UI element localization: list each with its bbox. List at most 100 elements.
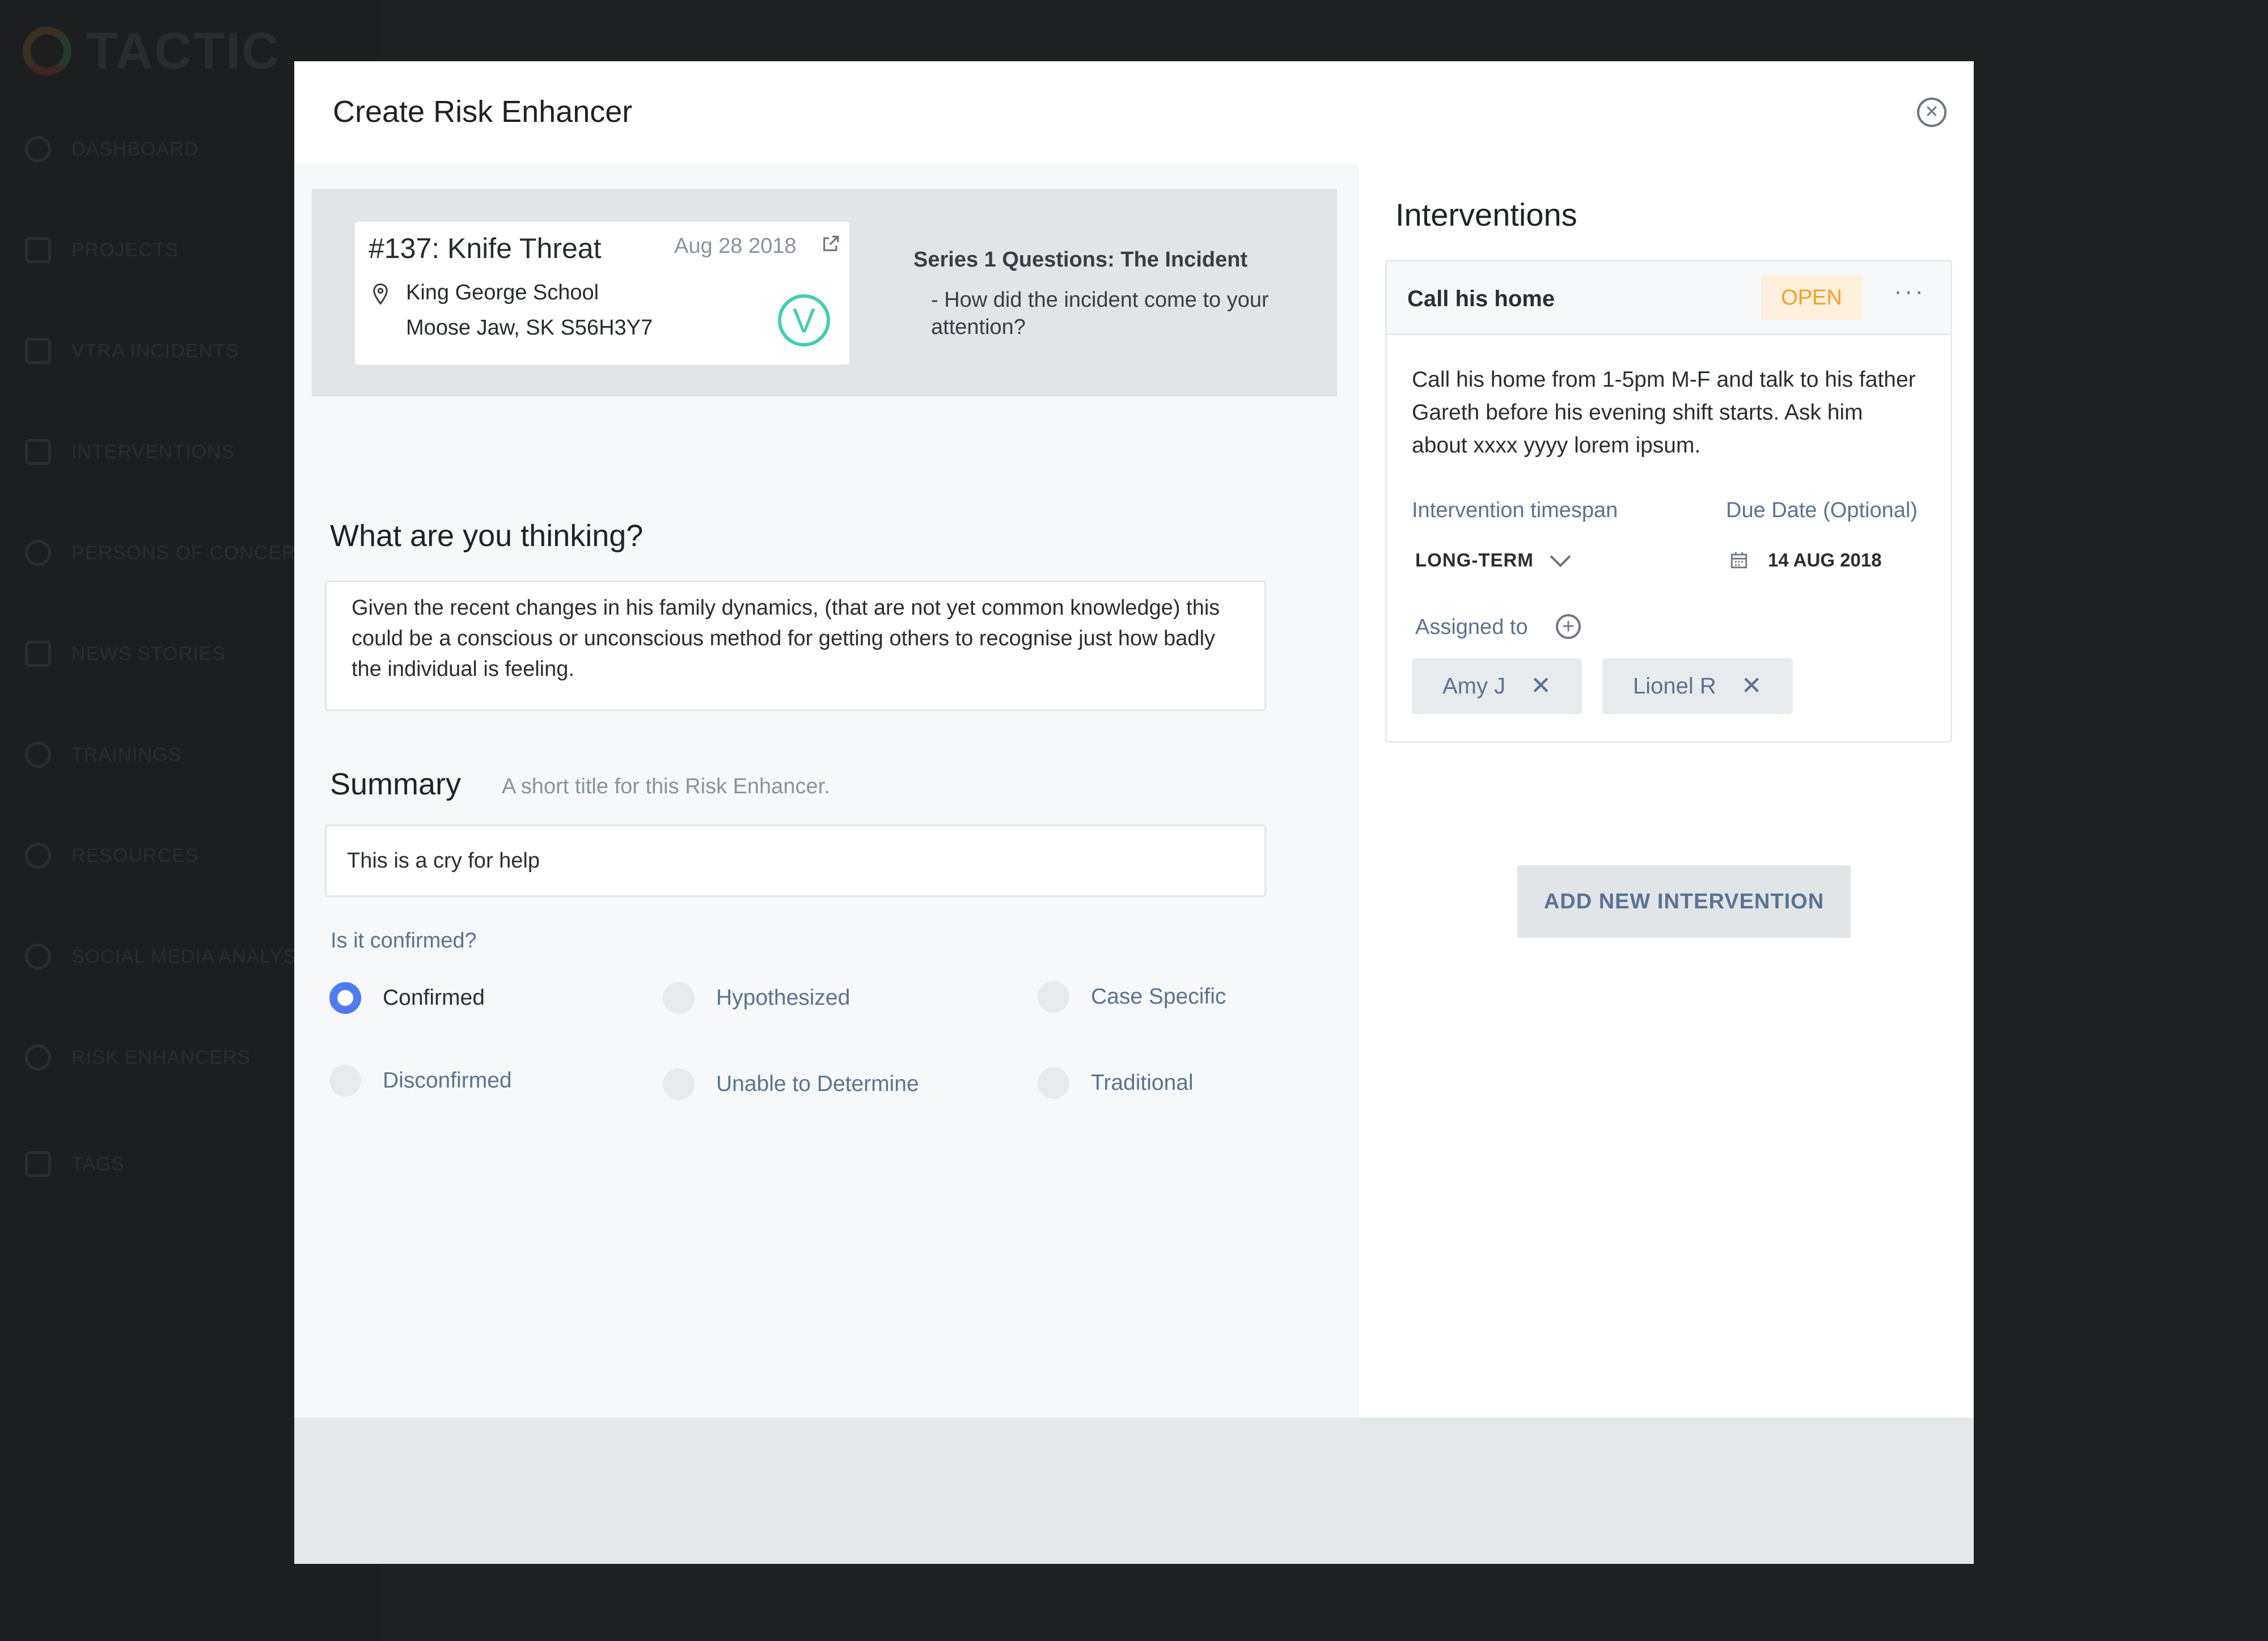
gear-icon (25, 843, 51, 869)
modal-header: Create Risk Enhancer ✕ (294, 61, 1974, 163)
modal-title: Create Risk Enhancer (333, 95, 633, 129)
sidebar-item-trainings[interactable]: TRAININGS (25, 742, 181, 768)
summary-input[interactable]: This is a cry for help (325, 824, 1266, 897)
assignee-chip: Amy J ✕ (1412, 658, 1582, 714)
due-date-value: 14 AUG 2018 (1768, 549, 1882, 570)
intervention-description: Call his home from 1-5pm M-F and talk to… (1412, 367, 1916, 458)
radio-unselected-icon (1038, 1067, 1069, 1099)
location-pin-icon (373, 283, 388, 305)
remove-assignee-icon[interactable]: ✕ (1741, 674, 1762, 699)
logo-text: TACTIC (86, 22, 281, 80)
radio-label: Disconfirmed (383, 1068, 512, 1093)
question-icon (25, 439, 51, 465)
sidebar-item-tags[interactable]: TAGS (25, 1151, 125, 1177)
sidebar-item-label: NEWS STORIES (71, 642, 226, 665)
close-icon: ✕ (1924, 103, 1939, 121)
radio-case-specific[interactable]: Case Specific (1038, 981, 1226, 1013)
radio-unselected-icon (329, 1065, 361, 1097)
radio-disconfirmed[interactable]: Disconfirmed (329, 1065, 512, 1097)
sidebar-item-label: TAGS (71, 1153, 125, 1175)
incident-address-line2: Moose Jaw, SK S56H3Y7 (406, 316, 653, 340)
thinking-textarea[interactable]: Given the recent changes in his family d… (325, 581, 1266, 711)
add-assignee-icon[interactable]: + (1556, 614, 1581, 639)
radio-selected-icon (329, 982, 361, 1014)
calendar-icon (1730, 552, 1747, 569)
series-question: - How did the incident come to your atte… (931, 288, 1269, 339)
radio-label: Confirmed (383, 986, 485, 1010)
tag-icon (25, 1151, 51, 1177)
sidebar-item-label: VTRA INCIDENTS (71, 340, 239, 362)
sidebar-item-label: SOCIAL MEDIA ANALYSIS (71, 945, 316, 967)
sidebar-item-persons-of-concern[interactable]: PERSONS OF CONCERN (25, 540, 311, 566)
list-icon (25, 338, 51, 364)
series-title: Series 1 Questions: The Incident (913, 248, 1248, 272)
newspaper-icon (25, 641, 51, 667)
training-icon (25, 742, 51, 768)
intervention-card-header: Call his home OPEN ··· (1387, 261, 1950, 335)
incident-address-line1: King George School (406, 281, 599, 304)
due-date-picker[interactable]: 14 AUG 2018 (1729, 549, 1882, 571)
timespan-label: Intervention timespan (1412, 498, 1618, 522)
status-badge: OPEN (1761, 275, 1862, 320)
sidebar-item-dashboard[interactable]: DASHBOARD (25, 136, 198, 162)
v-badge-icon: V (778, 294, 830, 346)
folder-icon (25, 237, 51, 263)
summary-hint: A short title for this Risk Enhancer. (502, 775, 830, 798)
bug-icon (25, 944, 51, 970)
modal-footer (294, 1418, 1974, 1564)
radio-confirmed[interactable]: Confirmed (329, 982, 485, 1014)
sidebar-item-social-media-analysis[interactable]: SOCIAL MEDIA ANALYSIS (25, 944, 316, 970)
sidebar-item-label: TRAININGS (71, 743, 182, 765)
external-link-icon[interactable] (821, 234, 840, 253)
sidebar-item-label: DASHBOARD (71, 138, 199, 160)
sidebar-item-label: INTERVENTIONS (71, 441, 235, 463)
interventions-panel: Interventions Call his home OPEN ··· Cal… (1359, 163, 1974, 1418)
sidebar-item-interventions[interactable]: INTERVENTIONS (25, 439, 235, 465)
close-button[interactable]: ✕ (1917, 98, 1947, 127)
sidebar-item-vtra-incidents[interactable]: VTRA INCIDENTS (25, 338, 239, 364)
sidebar-item-label: RISK ENHANCERS (71, 1046, 251, 1068)
clock-icon (25, 136, 51, 162)
radio-unselected-icon (1038, 981, 1069, 1013)
sidebar-item-label: PROJECTS (71, 239, 179, 261)
radio-unselected-icon (663, 1068, 695, 1100)
risk-enhancer-form: #137: Knife Threat Aug 28 2018 King Geor… (294, 163, 1359, 1418)
radio-label: Case Specific (1091, 984, 1226, 1009)
radio-unable-to-determine[interactable]: Unable to Determine (663, 1068, 919, 1100)
incident-card[interactable]: #137: Knife Threat Aug 28 2018 King Geor… (355, 222, 849, 365)
person-pin-icon (25, 540, 51, 566)
add-new-intervention-button[interactable]: ADD NEW INTERVENTION (1517, 865, 1851, 938)
sidebar-item-projects[interactable]: PROJECTS (25, 237, 179, 263)
incident-context: #137: Knife Threat Aug 28 2018 King Geor… (312, 189, 1337, 396)
confirmation-label: Is it confirmed? (331, 929, 477, 953)
assignee-name: Lionel R (1633, 673, 1716, 699)
intervention-name: Call his home (1407, 286, 1555, 311)
sidebar-item-news-stories[interactable]: NEWS STORIES (25, 641, 226, 667)
sidebar-item-risk-enhancers[interactable]: RISK ENHANCERS (25, 1044, 251, 1071)
thinking-heading: What are you thinking? (330, 519, 644, 553)
remove-assignee-icon[interactable]: ✕ (1530, 674, 1551, 699)
chevron-down-icon (1550, 546, 1571, 568)
incident-date: Aug 28 2018 (674, 234, 797, 258)
timespan-value: LONG-TERM (1415, 549, 1534, 570)
logo-icon (23, 27, 71, 75)
create-risk-enhancer-modal: Create Risk Enhancer ✕ #137: Knife Threa… (294, 61, 1974, 1564)
sidebar-item-resources[interactable]: RESOURCES (25, 843, 198, 869)
timespan-dropdown[interactable]: LONG-TERM (1415, 546, 1571, 571)
more-options-icon[interactable]: ··· (1894, 277, 1926, 306)
radio-label: Hypothesized (716, 986, 850, 1010)
assignee-chip: Lionel R ✕ (1602, 658, 1793, 714)
radio-hypothesized[interactable]: Hypothesized (663, 982, 850, 1014)
radio-unselected-icon (663, 982, 695, 1014)
radio-label: Unable to Determine (716, 1072, 919, 1096)
summary-heading: Summary (330, 767, 462, 801)
sidebar-item-label: RESOURCES (71, 844, 199, 866)
app-logo: TACTIC (23, 17, 280, 85)
assigned-to-label: Assigned to (1415, 615, 1528, 639)
incident-title: #137: Knife Threat (369, 232, 602, 264)
assignee-name: Amy J (1442, 673, 1506, 699)
radio-traditional[interactable]: Traditional (1038, 1067, 1194, 1099)
sidebar-item-label: PERSONS OF CONCERN (71, 542, 311, 564)
interventions-heading: Interventions (1395, 197, 1577, 232)
radio-label: Traditional (1091, 1071, 1194, 1095)
